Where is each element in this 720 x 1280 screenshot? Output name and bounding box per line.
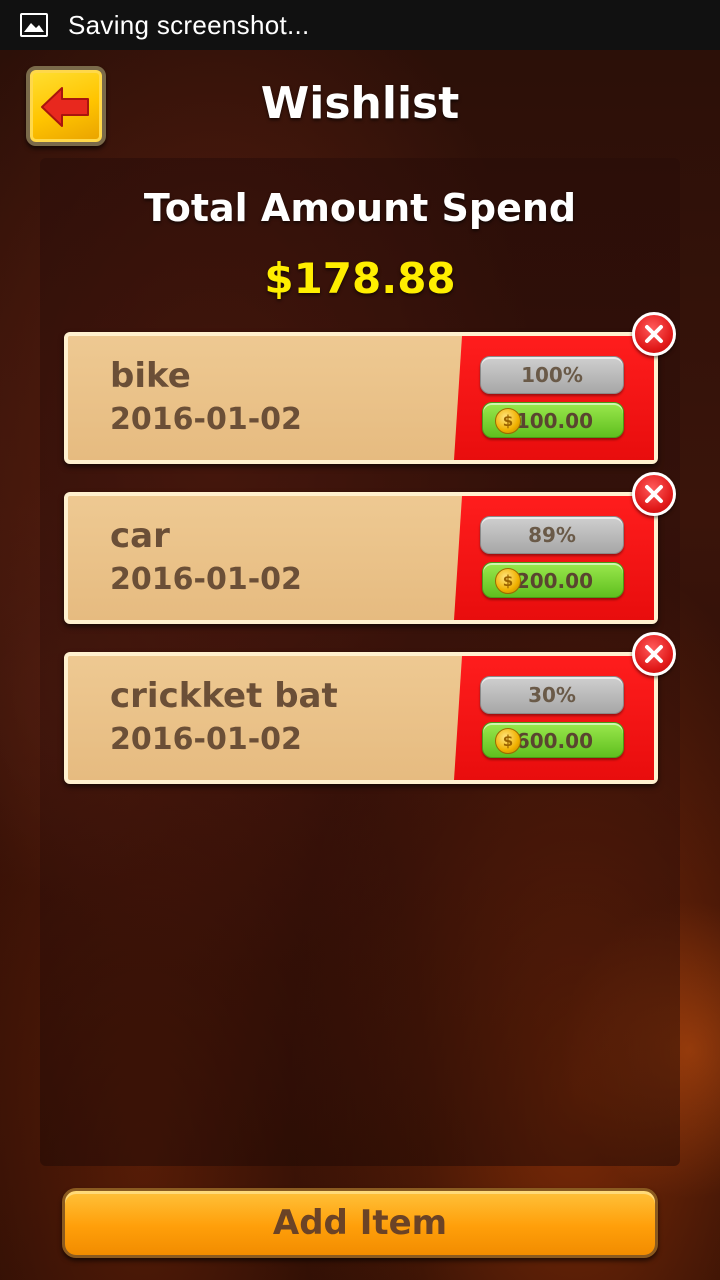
coin-icon: $: [495, 568, 521, 594]
item-amount: 600.00: [515, 729, 593, 753]
item-amount-badge: $ 100.00: [482, 402, 624, 438]
item-name: car: [110, 516, 170, 556]
item-status-panel: [454, 656, 654, 780]
item-date: 2016-01-02: [110, 722, 302, 757]
coin-icon: $: [495, 408, 521, 434]
wishlist-item-card[interactable]: car 2016-01-02 89% $ 200.00: [64, 472, 676, 624]
delete-item-button[interactable]: [632, 632, 676, 676]
item-amount-badge: $ 200.00: [482, 562, 624, 598]
item-date: 2016-01-02: [110, 402, 302, 437]
page-title: Wishlist: [260, 78, 460, 129]
add-item-button[interactable]: Add Item: [62, 1188, 658, 1258]
close-icon: [645, 325, 663, 343]
item-name: crickket bat: [110, 676, 338, 716]
delete-item-button[interactable]: [632, 312, 676, 356]
item-amount: 200.00: [515, 569, 593, 593]
item-progress-badge: 89%: [480, 516, 624, 554]
total-amount-value: $178.88: [264, 254, 456, 303]
item-status-panel: [454, 336, 654, 460]
status-text: Saving screenshot...: [68, 9, 310, 40]
item-progress-badge: 30%: [480, 676, 624, 714]
close-icon: [645, 485, 663, 503]
delete-item-button[interactable]: [632, 472, 676, 516]
item-amount: 100.00: [515, 409, 593, 433]
close-icon: [645, 645, 663, 663]
image-icon: [20, 13, 48, 37]
wishlist-item-card[interactable]: crickket bat 2016-01-02 30% $ 600.00: [64, 632, 676, 784]
item-progress-badge: 100%: [480, 356, 624, 394]
coin-icon: $: [495, 728, 521, 754]
item-status-panel: [454, 496, 654, 620]
item-amount-badge: $ 600.00: [482, 722, 624, 758]
wishlist-screen: Saving screenshot... Wishlist Total Amou…: [0, 0, 720, 1280]
total-amount-label: Total Amount Spend: [143, 186, 577, 230]
wishlist-item-card[interactable]: bike 2016-01-02 100% $ 100.00: [64, 312, 676, 464]
status-bar: Saving screenshot...: [0, 0, 720, 50]
item-date: 2016-01-02: [110, 562, 302, 597]
item-name: bike: [110, 356, 191, 396]
